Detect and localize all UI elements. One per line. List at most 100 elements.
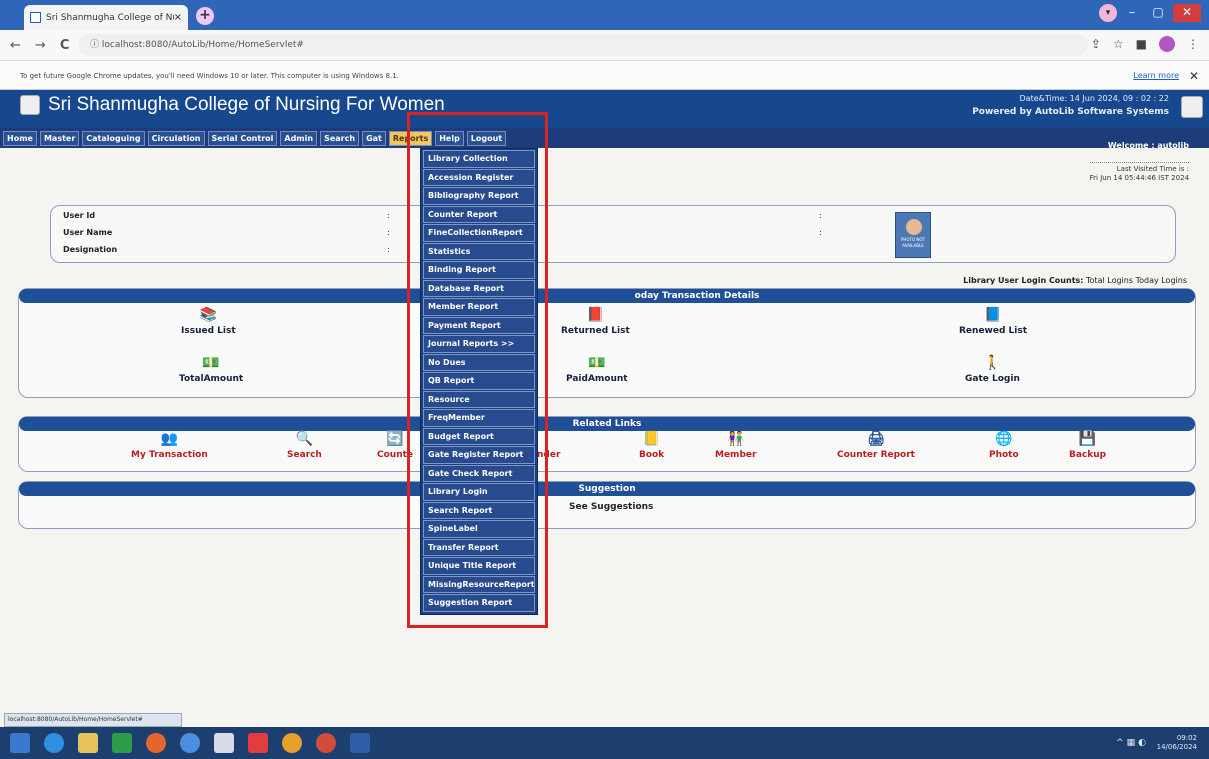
gate-login-label: Gate Login [965,374,1020,384]
network-icon[interactable]: ▦ [1127,738,1139,748]
tab-search-icon[interactable]: ▾ [1099,4,1117,22]
store-icon[interactable] [112,733,132,753]
nav-reports[interactable]: Reports [388,130,433,146]
menu-fine-collection-report[interactable]: FineCollectionReport [423,224,535,242]
backup-link[interactable]: 💾 Backup [1069,431,1106,460]
menu-unique-title-report[interactable]: Unique Title Report [423,557,535,575]
nav-help[interactable]: Help [435,130,464,146]
address-bar[interactable]: ⓘ localhost:8080/AutoLib/Home/HomeServle… [78,34,1088,56]
chrome-icon-3[interactable] [316,733,336,753]
reminder-link[interactable]: nder [537,431,560,460]
book-link[interactable]: 📒 Book [639,431,664,460]
menu-search-report[interactable]: Search Report [423,501,535,519]
learn-more-link[interactable]: Learn more [1133,61,1179,91]
back-button[interactable]: ← [10,38,21,53]
ie-icon[interactable] [44,733,64,753]
anydesk-icon[interactable] [248,733,268,753]
paid-amount[interactable]: 💵 PaidAmount [566,355,628,384]
bookmark-star-icon[interactable]: ☆ [1113,37,1124,51]
menu-counter-report[interactable]: Counter Report [423,205,535,223]
reload-button[interactable]: C [60,38,70,53]
menu-missing-resource-report[interactable]: MissingResourceReport [423,575,535,593]
menu-library-collection[interactable]: Library Collection [423,150,535,168]
menu-database-report[interactable]: Database Report [423,279,535,297]
menu-binding-report[interactable]: Binding Report [423,261,535,279]
new-tab-button[interactable]: + [196,7,214,25]
search-link[interactable]: 🔍 Search [287,431,322,460]
menu-transfer-report[interactable]: Transfer Report [423,538,535,556]
chrome-icon-2[interactable] [282,733,302,753]
members-icon: 👫 [727,431,745,447]
issued-list[interactable]: 📚 Issued List [181,307,236,336]
menu-gate-register-report[interactable]: Gate Register Report [423,446,535,464]
member-link[interactable]: 👫 Member [715,431,756,460]
books-icon: 📚 [199,307,218,323]
app-icon[interactable] [180,733,200,753]
screen: Sri Shanmugha College of Nursi × + ▾ – ▢… [0,0,1209,759]
tray-icons: ^▦◐ [1116,738,1149,748]
see-suggestions-link[interactable]: See Suggestions [569,502,653,512]
book-icon: 📒 [642,431,661,447]
chrome-icon[interactable] [146,733,166,753]
nav-circulation[interactable]: Circulation [147,130,205,146]
nav-serial-control[interactable]: Serial Control [207,130,278,146]
menu-bibliography-report[interactable]: Bibliography Report [423,187,535,205]
menu-library-login[interactable]: Library Login [423,483,535,501]
menu-payment-report[interactable]: Payment Report [423,316,535,334]
close-window-button[interactable]: ✕ [1173,4,1201,22]
menu-member-report[interactable]: Member Report [423,298,535,316]
menu-qb-report[interactable]: QB Report [423,372,535,390]
user-id-colon: : [387,211,390,220]
nav-search[interactable]: Search [320,130,360,146]
maximize-button[interactable]: ▢ [1147,4,1169,22]
menu-accession-register[interactable]: Accession Register [423,168,535,186]
tray-arrow-icon[interactable]: ^ [1116,738,1127,748]
profile-avatar[interactable] [1159,36,1175,52]
tab-close-icon[interactable]: × [174,12,182,23]
nav-logout[interactable]: Logout [466,130,507,146]
total-amount[interactable]: 💵 TotalAmount [179,355,243,384]
main-nav: Home Master Cataloguing Circulation Seri… [0,128,1209,148]
word-icon[interactable] [350,733,370,753]
menu-kebab-icon[interactable]: ⋮ [1187,37,1199,51]
menu-budget-report[interactable]: Budget Report [423,427,535,445]
gate-login[interactable]: 🚶 Gate Login [965,355,1020,384]
nav-cataloguing[interactable]: Cataloguing [82,130,145,146]
file-explorer-icon[interactable] [78,733,98,753]
photo-link[interactable]: 🌐 Photo [989,431,1019,460]
start-icon[interactable] [10,733,30,753]
renewed-list[interactable]: 📘 Renewed List [959,307,1027,336]
transaction-panel: oday Transaction Details 📚 Issued List 📕 R… [18,288,1196,398]
transaction-title: oday Transaction Details [19,289,1195,303]
share-icon[interactable]: ⇪ [1091,37,1101,51]
menu-freq-member[interactable]: FreqMember [423,409,535,427]
forward-button[interactable]: → [35,38,46,53]
menu-spine-label[interactable]: SpineLabel [423,520,535,538]
search-label: Search [287,450,322,460]
menu-gate-check-report[interactable]: Gate Check Report [423,464,535,482]
menu-suggestion-report[interactable]: Suggestion Report [423,594,535,612]
taskbar [0,727,1209,759]
nav-home[interactable]: Home [3,130,37,146]
tray-clock[interactable]: 09:02 14/06/2024 [1157,734,1197,752]
counter-report-link[interactable]: 🖨 Counter Report [837,431,915,460]
infobar-close-icon[interactable]: ✕ [1189,61,1199,91]
counter-link[interactable]: 🔄 Counte [377,431,413,460]
nav-master[interactable]: Master [39,130,80,146]
returned-list[interactable]: 📕 Returned List [561,307,630,336]
search-icon: 🔍 [295,431,314,447]
java-icon[interactable] [214,733,234,753]
tray-date: 14/06/2024 [1156,743,1197,751]
menu-no-dues[interactable]: No Dues [423,353,535,371]
nav-admin[interactable]: Admin [280,130,318,146]
minimize-button[interactable]: – [1121,4,1143,22]
browser-tab[interactable]: Sri Shanmugha College of Nursi × [24,5,188,30]
menu-statistics[interactable]: Statistics [423,242,535,260]
sidepanel-icon[interactable]: ■ [1136,37,1147,51]
menu-journal-reports[interactable]: Journal Reports >> [423,335,535,353]
nav-gate[interactable]: Gat [362,130,386,146]
my-transaction-link[interactable]: 👥 My Transaction [131,431,208,460]
member-label: Member [715,450,757,460]
volume-icon[interactable]: ◐ [1138,738,1149,748]
menu-resource[interactable]: Resource [423,390,535,408]
